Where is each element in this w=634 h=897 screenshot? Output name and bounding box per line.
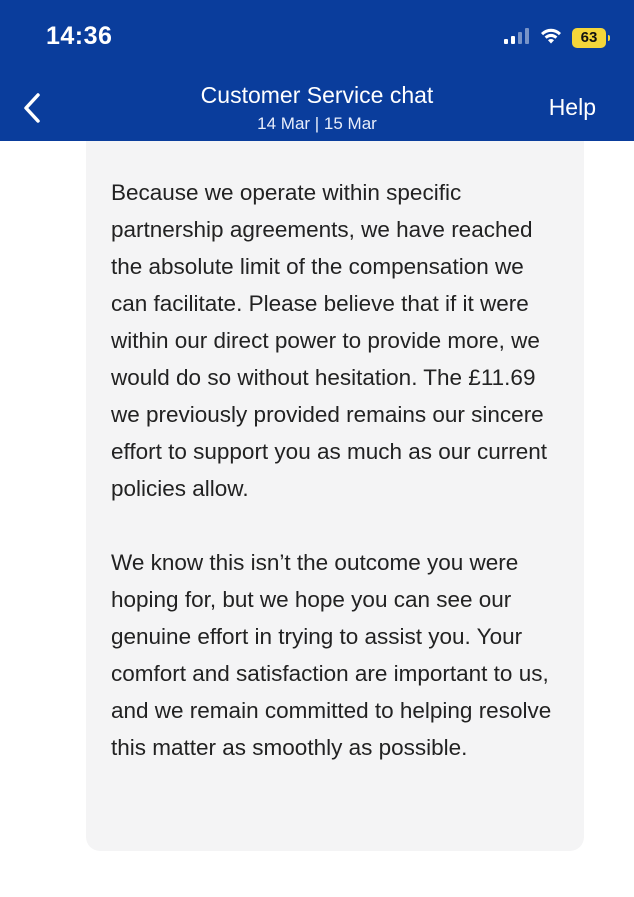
status-time: 14:36	[46, 22, 113, 50]
message-paragraph: Because we operate within specific partn…	[111, 180, 548, 501]
battery-indicator: 63	[572, 28, 610, 48]
wifi-icon	[539, 27, 563, 50]
status-icons: 63	[504, 27, 610, 50]
signal-icon	[504, 27, 530, 49]
message-bubble: Because we operate within specific partn…	[86, 141, 584, 851]
chat-title-block: Customer Service chat 14 Mar | 15 Mar	[0, 80, 634, 135]
chat-title: Customer Service chat	[200, 82, 434, 108]
help-button[interactable]: Help	[549, 94, 596, 121]
message-paragraph: We know this isn’t the outcome you were …	[111, 550, 552, 760]
chat-header: 14:36 63 Customer Service chat 14 Mar | …	[0, 0, 634, 141]
chat-dates: 14 Mar | 15 Mar	[257, 114, 377, 133]
